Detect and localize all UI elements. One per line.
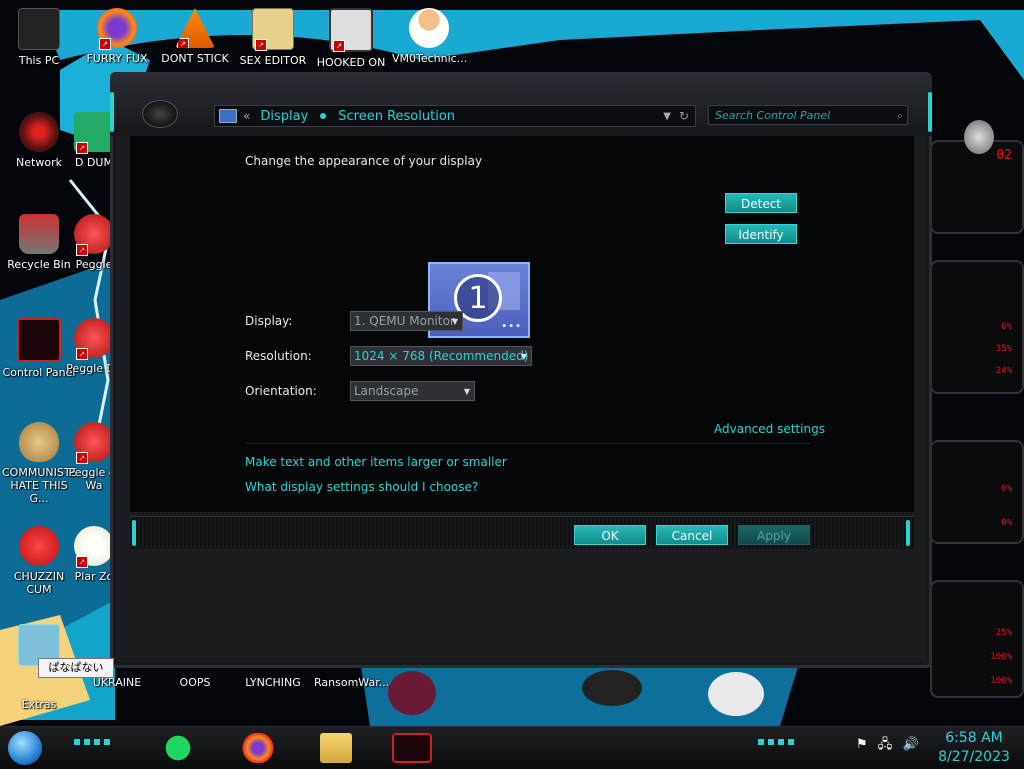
firefox-icon[interactable] <box>242 733 274 763</box>
pc-icon <box>18 8 60 50</box>
hud-panel: 6% 35% 24% <box>930 260 1024 394</box>
refresh-icon[interactable]: ↻ <box>679 109 689 123</box>
detect-button[interactable]: Detect <box>725 193 797 213</box>
app-icon: ↗ <box>74 112 114 154</box>
desktop-icon-oops[interactable]: OOPS <box>158 676 232 689</box>
apply-button[interactable]: Apply <box>738 525 810 545</box>
dialog-footer: OK Cancel Apply <box>130 516 914 549</box>
peggle-icon: ↗ <box>74 318 114 360</box>
peggle-icon: ↗ <box>74 422 114 464</box>
desktop-icon-dont-stick[interactable]: ↗ DONT STICK <box>158 8 232 65</box>
search-icon[interactable]: ⌕ <box>897 106 903 126</box>
display-value: 1. QEMU Monitor <box>354 314 455 328</box>
control-panel-icon <box>17 318 61 362</box>
advanced-settings-link[interactable]: Advanced settings <box>714 422 825 436</box>
chuzzle-icon <box>19 526 59 566</box>
divider <box>245 443 810 444</box>
window-trim <box>110 92 114 132</box>
address-bar[interactable]: « Display Screen Resolution ▼ ↻ <box>214 105 696 127</box>
network-icon[interactable]: 🖧 <box>878 737 893 752</box>
file-explorer-icon[interactable] <box>320 733 352 763</box>
breadcrumb-separator-icon <box>320 113 327 119</box>
volume-icon[interactable]: 🔊 <box>902 737 918 752</box>
breadcrumb-screen-resolution[interactable]: Screen Resolution <box>338 109 455 124</box>
window-trim <box>132 520 136 546</box>
ok-button[interactable]: OK <box>574 525 646 545</box>
search-input[interactable]: Search Control Panel ⌕ <box>708 105 908 125</box>
chevron-down-icon: ▼ <box>520 352 527 361</box>
maze-icon: ↗ <box>329 8 373 52</box>
search-placeholder: Search Control Panel <box>715 109 831 122</box>
identify-button[interactable]: Identify <box>725 224 797 244</box>
system-monitor-hud: 02 6% 35% 24% 0% 0% 25% 100% 100% <box>926 80 1024 700</box>
recycle-bin-icon <box>19 214 59 254</box>
breadcrumb-back[interactable]: « <box>243 109 250 123</box>
resolution-value: 1024 × 768 (Recommended) <box>354 349 529 363</box>
clock[interactable]: 6:58 AM 8/27/2023 <box>934 729 1014 767</box>
taskbar-decoration <box>758 739 798 745</box>
breadcrumb-display[interactable]: Display <box>260 109 308 124</box>
desktop-icon-ransomware[interactable]: RansomWar... <box>314 676 389 689</box>
clock-time: 6:58 AM <box>945 730 1003 746</box>
peggle-icon: ↗ <box>74 214 114 256</box>
money-bag-icon <box>19 422 59 462</box>
control-panel-icon <box>219 109 237 123</box>
vlc-icon: ↗ <box>175 8 215 48</box>
control-panel-icon[interactable] <box>392 733 432 763</box>
hud-panel: 0% 0% <box>930 440 1024 544</box>
orientation-select[interactable]: Landscape ▼ <box>350 381 475 401</box>
alien-head-icon[interactable] <box>142 100 178 128</box>
display-label: Display: <box>245 314 293 328</box>
cancel-button[interactable]: Cancel <box>656 525 728 545</box>
display-help-link[interactable]: What display settings should I choose? <box>245 480 478 494</box>
hud-panel: 25% 100% 100% <box>930 580 1024 698</box>
tooltip: ぱなぱない <box>38 658 114 678</box>
clock-date: 8/27/2023 <box>938 749 1010 765</box>
desktop-icon-hooked-on[interactable]: ↗ HOOKED ON <box>314 8 388 69</box>
text-size-link[interactable]: Make text and other items larger or smal… <box>245 455 507 469</box>
content-area: Change the appearance of your display 1 … <box>130 136 914 512</box>
hud-panel: 02 <box>930 140 1024 234</box>
page-title: Change the appearance of your display <box>245 154 483 168</box>
chevron-down-icon: ▼ <box>463 387 470 396</box>
network-icon <box>19 112 59 152</box>
screen-resolution-window: « Display Screen Resolution ▼ ↻ Search C… <box>110 72 932 668</box>
taskbar: ⚑ 🖧 🔊 6:58 AM 8/27/2023 <box>0 726 1024 769</box>
start-button[interactable] <box>8 731 42 765</box>
window-titlebar[interactable]: « Display Screen Resolution ▼ ↻ Search C… <box>110 72 932 136</box>
window-trim <box>906 520 910 546</box>
resolution-label: Resolution: <box>245 349 312 363</box>
system-tray: ⚑ 🖧 🔊 <box>856 735 919 757</box>
chevron-down-icon[interactable]: ▼ <box>663 111 671 122</box>
desktop-icon-sex-editor[interactable]: ↗ SEX EDITOR <box>236 8 310 67</box>
orientation-value: Landscape <box>354 384 419 398</box>
orientation-label: Orientation: <box>245 384 317 398</box>
firefox-icon: ↗ <box>97 8 137 50</box>
desktop-icon-this-pc[interactable]: This PC <box>2 8 76 67</box>
window-trim <box>928 92 932 132</box>
resolution-select[interactable]: 1024 × 768 (Recommended) ▼ <box>350 346 532 366</box>
desktop-icon-furry-fux[interactable]: ↗ FURRY FUX <box>80 8 154 65</box>
monitor-dots-icon: ••• <box>501 321 522 332</box>
hxd-icon: ↗ <box>252 8 294 51</box>
doctor-icon <box>409 8 449 48</box>
taskbar-decoration <box>74 739 114 745</box>
plants-icon: ↗ <box>74 526 114 568</box>
desktop-icon-vm0technic[interactable]: VM0Technic... <box>392 8 467 65</box>
flag-icon[interactable]: ⚑ <box>856 737 868 752</box>
desktop-icon-lynching[interactable]: LYNCHING <box>236 676 310 689</box>
chevron-down-icon: ▼ <box>451 317 458 326</box>
spotify-icon[interactable] <box>162 733 194 763</box>
display-select[interactable]: 1. QEMU Monitor ▼ <box>350 311 463 331</box>
alienware-logo-icon <box>964 120 994 154</box>
